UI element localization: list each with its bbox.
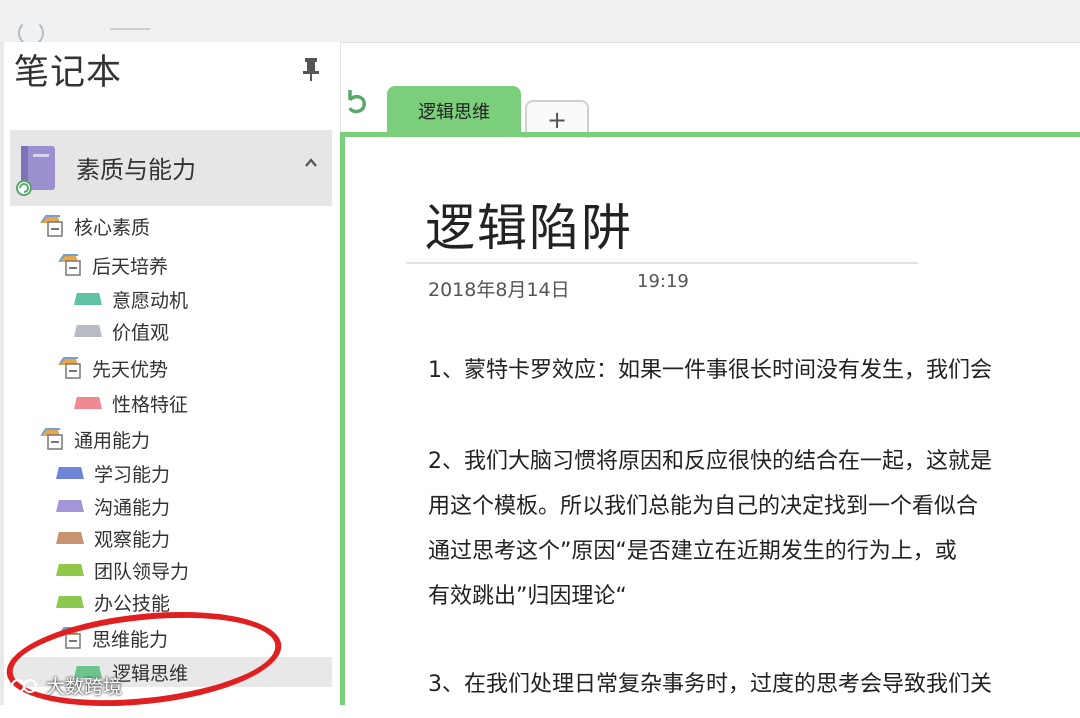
title-divider — [406, 262, 918, 264]
toolbar-fragment — [110, 28, 150, 40]
paragraph-1[interactable]: 1、蒙特卡罗效应：如果一件事很长时间没有发生，我们会 — [428, 352, 992, 390]
sidebar-title: 笔记本 — [14, 53, 123, 93]
section-item[interactable]: 性格特征 — [74, 388, 188, 418]
watermark: 大数跨境 — [10, 672, 122, 699]
section-color-tab-icon — [56, 467, 84, 479]
section-label: 团队领导力 — [94, 560, 190, 583]
section-color-tab-icon — [56, 500, 84, 512]
paragraph-2[interactable]: 2、我们大脑习惯将原因和反应很快的结合在一起，这就是 — [428, 443, 992, 481]
section-item[interactable]: 团队领导力 — [56, 555, 189, 585]
pin-icon[interactable] — [302, 56, 320, 82]
page-title[interactable]: 逻辑陷阱 — [425, 188, 633, 260]
page-frame-border-left — [340, 132, 345, 705]
section-group-item[interactable]: 后天培养 — [56, 250, 168, 280]
notebook-selector[interactable]: 素质与能力 — [10, 130, 332, 206]
section-label: 核心素质 — [74, 216, 151, 239]
section-item[interactable]: 沟通能力 — [56, 491, 170, 521]
section-label: 通用能力 — [74, 429, 151, 452]
title-bar — [0, 0, 1080, 46]
back-icon[interactable] — [344, 86, 370, 116]
section-group-item[interactable]: 先天优势 — [56, 353, 168, 383]
page-date: 2018年8月14日 — [428, 279, 570, 301]
section-group-icon — [40, 428, 63, 450]
section-color-tab-icon — [56, 596, 84, 608]
tab-bar: 逻辑思维 + — [340, 80, 1080, 138]
paragraph-2-line-4[interactable]: 有效跳出”归因理论“ — [428, 578, 627, 616]
section-label: 观察能力 — [94, 528, 171, 551]
section-group-icon — [40, 215, 63, 237]
section-label: 后天培养 — [92, 255, 169, 278]
section-label: 性格特征 — [112, 393, 189, 416]
sidebar-edge — [0, 42, 4, 705]
section-color-tab-icon — [56, 532, 84, 544]
section-color-tab-icon — [74, 325, 102, 337]
page-frame-border — [340, 132, 1080, 137]
section-label: 办公技能 — [94, 592, 171, 615]
section-item[interactable]: 学习能力 — [56, 458, 170, 488]
notebook-name: 素质与能力 — [76, 156, 196, 184]
watermark-logo-icon — [11, 678, 37, 693]
chevron-up-icon[interactable] — [302, 154, 320, 172]
section-color-tab-icon — [56, 564, 84, 576]
section-item[interactable]: 意愿动机 — [74, 284, 188, 314]
watermark-text: 大数跨境 — [46, 676, 123, 698]
notebook-icon — [16, 146, 55, 196]
section-label: 学习能力 — [94, 463, 171, 486]
section-label: 沟通能力 — [94, 496, 171, 519]
section-color-tab-icon — [74, 293, 102, 305]
section-color-tab-icon — [74, 397, 102, 409]
section-label: 先天优势 — [92, 358, 169, 381]
section-group-icon — [58, 254, 81, 276]
section-item[interactable]: 价值观 — [74, 316, 169, 346]
section-group-icon — [58, 357, 81, 379]
section-item[interactable]: 观察能力 — [56, 523, 170, 553]
paragraph-2-line-2[interactable]: 用这个模板。所以我们总能为自己的决定找到一个看似合 — [428, 488, 978, 526]
page-time: 19:19 — [637, 271, 689, 292]
section-label: 意愿动机 — [112, 289, 189, 312]
section-group-item[interactable]: 核心素质 — [38, 211, 150, 241]
section-label: 价值观 — [112, 321, 170, 344]
paragraph-3[interactable]: 3、在我们处理日常复杂事务时，过度的思考会导致我们关 — [428, 666, 992, 704]
tab-logical-thinking[interactable]: 逻辑思维 — [387, 86, 521, 136]
paragraph-2-line-3[interactable]: 通过思考这个”原因“是否建立在近期发生的行为上，或 — [428, 533, 957, 571]
section-group-item[interactable]: 通用能力 — [38, 424, 150, 454]
